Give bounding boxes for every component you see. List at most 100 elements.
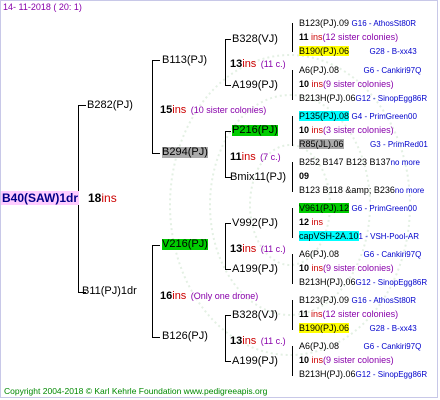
gen2-node[interactable]: B113(PJ) bbox=[162, 55, 207, 66]
connector bbox=[152, 245, 153, 337]
lineage: G12 - SinopEgg86R bbox=[355, 278, 428, 287]
count: 10 bbox=[299, 79, 310, 89]
gen4-row[interactable]: B190(PJ).06 G28 - B-xx43 bbox=[299, 323, 417, 333]
gen4-row[interactable]: A6(PJ).08 G6 - Cankiri97Q bbox=[299, 250, 421, 259]
root-queen[interactable]: B40(SAW)1dr bbox=[1, 191, 80, 205]
gen2-node[interactable]: B126(PJ) bbox=[162, 331, 208, 342]
gen4-row[interactable]: capVSH-2A.101 - VSH-Pool-AR bbox=[299, 231, 420, 241]
gen4-name: A6(PJ).08 bbox=[299, 249, 340, 259]
count: 10 bbox=[299, 125, 310, 135]
gen3-node[interactable]: A199(PJ) bbox=[232, 80, 278, 91]
connector bbox=[292, 346, 293, 376]
ins-label: ins bbox=[311, 125, 324, 135]
gen4-row[interactable]: B190(PJ).06 G28 - B-xx43 bbox=[299, 46, 417, 56]
count: 10 bbox=[299, 263, 310, 273]
root-ins: 18ins bbox=[88, 192, 117, 204]
gen3-node[interactable]: A199(PJ) bbox=[232, 356, 278, 367]
gen4-row[interactable]: B123 B118 &amp; B236no more bbox=[299, 186, 424, 195]
root-count: 18 bbox=[88, 191, 102, 205]
gen4-row[interactable]: A6(PJ).08 G6 - Cankiri97Q bbox=[299, 342, 421, 351]
connector bbox=[152, 337, 160, 338]
gen3-node[interactable]: B328(VJ) bbox=[232, 34, 278, 45]
connector bbox=[225, 361, 231, 362]
lineage: G16 - AthosSt80R bbox=[351, 19, 417, 28]
connector bbox=[292, 23, 293, 52]
gen1-ins: 16ins (Only one drone) bbox=[160, 287, 258, 303]
gen4-row[interactable]: V961(PJ).12 G6 - PrimGreen00 bbox=[299, 203, 417, 213]
gen3-node[interactable]: B328(VJ) bbox=[232, 310, 278, 321]
gen4-name: A6(PJ).08 bbox=[299, 65, 340, 75]
gen4-row[interactable]: B213H(PJ).06G12 - SinopEgg86R bbox=[299, 94, 427, 103]
lineage: G28 - B-xx43 bbox=[369, 324, 417, 333]
gen4-ins: 10 ins(3 sister colonies) bbox=[299, 126, 394, 135]
count: 15 bbox=[160, 104, 173, 116]
gen4-row[interactable]: B252 B147 B123 B137no more bbox=[299, 158, 420, 167]
gen1-ins: 15ins (10 sister colonies) bbox=[160, 101, 266, 117]
gen4-row[interactable]: A6(PJ).08 G6 - Cankiri97Q bbox=[299, 66, 421, 75]
ins-label: ins bbox=[241, 151, 256, 163]
gen4-ins: 11 ins(12 sister colonies) bbox=[299, 33, 398, 42]
connector bbox=[292, 162, 293, 192]
note: (11 c.) bbox=[260, 59, 286, 69]
ins-label: ins bbox=[311, 263, 324, 273]
ins-label: ins bbox=[311, 217, 324, 227]
gen4-name: B190(PJ).06 bbox=[299, 323, 350, 333]
ins-label: ins bbox=[172, 290, 187, 302]
gen4-row[interactable]: B123(PJ).09 G16 - AthosSt80R bbox=[299, 296, 416, 305]
no-more-link[interactable]: no more bbox=[395, 186, 424, 195]
ins-label: ins bbox=[242, 243, 257, 255]
lineage: G6 - Cankiri97Q bbox=[363, 66, 422, 75]
gen3-node[interactable]: A199(PJ) bbox=[232, 264, 278, 275]
connector bbox=[225, 269, 231, 270]
gen4-ins: 12 ins bbox=[299, 218, 323, 227]
gen4-list: B252 B147 B123 B137 bbox=[299, 157, 391, 167]
ins-label: ins bbox=[242, 58, 257, 70]
connector bbox=[152, 245, 160, 246]
note: (Only one drone) bbox=[190, 291, 259, 301]
note: (12 sister colonies) bbox=[322, 309, 399, 319]
note: (3 sister colonies) bbox=[323, 125, 394, 135]
connector bbox=[225, 85, 231, 86]
gen4-row[interactable]: B213H(PJ).06G12 - SinopEgg86R bbox=[299, 278, 427, 287]
lineage: G6 - PrimGreen00 bbox=[351, 204, 417, 213]
gen4-name: R85(JL).06 bbox=[299, 139, 344, 149]
gen3-node[interactable]: Bmix11(PJ) bbox=[230, 172, 286, 183]
gen4-row[interactable]: P135(PJ).08 G4 - PrimGreen00 bbox=[299, 111, 417, 121]
gen2-node[interactable]: B294(PJ) bbox=[162, 147, 208, 158]
lineage: G6 - Cankiri97Q bbox=[363, 342, 422, 351]
gen2-node[interactable]: V216(PJ) bbox=[162, 239, 208, 250]
gen4-name: A6(PJ).08 bbox=[299, 341, 340, 351]
gen4-name: P135(PJ).08 bbox=[299, 111, 350, 121]
lineage: G6 - Cankiri97Q bbox=[363, 250, 422, 259]
gen1-node[interactable]: B282(PJ) bbox=[87, 100, 133, 111]
count: 11 bbox=[230, 151, 242, 163]
ins-label: ins bbox=[311, 355, 324, 365]
ins-label: ins bbox=[311, 32, 323, 42]
ins-label: ins bbox=[311, 79, 324, 89]
gen2-ins: 13ins (11 c.) bbox=[230, 332, 286, 348]
connector bbox=[225, 223, 231, 224]
gen4-row[interactable]: B123(PJ).09 G16 - AthosSt80R bbox=[299, 19, 416, 28]
count: 10 bbox=[299, 355, 310, 365]
note: (10 sister colonies) bbox=[190, 105, 267, 115]
gen4-name: B213H(PJ).06 bbox=[299, 93, 356, 103]
gen4-name: B213H(PJ).06 bbox=[299, 369, 356, 379]
gen4-ins: 10 ins(9 sister colonies) bbox=[299, 356, 394, 365]
connector bbox=[292, 116, 293, 146]
gen3-node[interactable]: P216(PJ) bbox=[232, 125, 278, 136]
gen4-row[interactable]: R85(JL).06 G3 - PrimRed01 bbox=[299, 139, 428, 149]
lineage: G12 - SinopEgg86R bbox=[355, 370, 428, 379]
no-more-link[interactable]: no more bbox=[391, 158, 420, 167]
lineage: G4 - PrimGreen00 bbox=[351, 112, 417, 121]
gen1-node[interactable]: B11(PJ)1dr bbox=[82, 286, 137, 297]
gen4-row[interactable]: B213H(PJ).06G12 - SinopEgg86R bbox=[299, 370, 427, 379]
gen4-name: B123(PJ).09 bbox=[299, 295, 350, 305]
connector bbox=[225, 315, 231, 316]
note: (9 sister colonies) bbox=[323, 355, 394, 365]
gen3-node[interactable]: V992(PJ) bbox=[232, 218, 278, 229]
lineage: 1 - VSH-Pool-AR bbox=[358, 232, 420, 241]
count: 13 bbox=[230, 335, 243, 347]
gen4-list: B123 B118 &amp; B236 bbox=[299, 185, 395, 195]
note: (7 c.) bbox=[260, 152, 281, 162]
lineage: G12 - SinopEgg86R bbox=[355, 94, 428, 103]
